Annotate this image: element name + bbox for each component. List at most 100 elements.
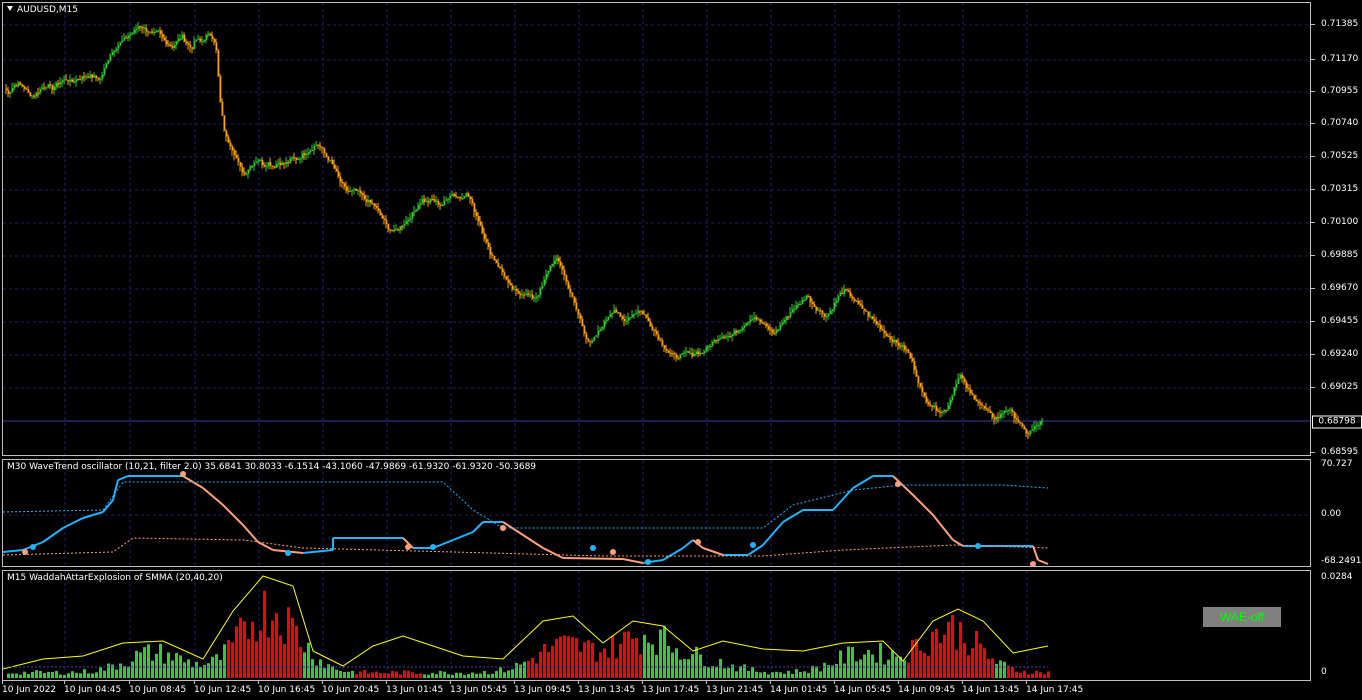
candle-body bbox=[751, 319, 754, 321]
wae-histogram-bar bbox=[1007, 665, 1010, 678]
candle-body bbox=[627, 317, 630, 321]
wae-histogram-bar bbox=[259, 630, 262, 678]
candle-body bbox=[573, 296, 576, 303]
candle-body bbox=[873, 319, 876, 322]
candle-body bbox=[1031, 429, 1034, 431]
candle-body bbox=[295, 157, 298, 160]
dropdown-triangle-icon[interactable] bbox=[7, 6, 13, 11]
wae-histogram-bar bbox=[415, 673, 418, 678]
candle-body bbox=[801, 299, 804, 304]
time-label: 10 Jun 08:45 bbox=[129, 685, 187, 695]
candle-body bbox=[123, 37, 126, 41]
candle-body bbox=[273, 166, 276, 168]
candle-body bbox=[813, 303, 816, 307]
candle-body bbox=[479, 221, 482, 226]
wavetrend-line-segment bbox=[832, 487, 854, 511]
candle-body bbox=[699, 352, 702, 355]
wae-histogram-bar bbox=[407, 670, 410, 678]
price-chart-pane[interactable]: AUDUSD,M15 bbox=[2, 2, 1311, 456]
candle-body bbox=[1009, 409, 1012, 411]
wae-histogram-bar bbox=[323, 668, 326, 678]
wavetrend-line-segment bbox=[562, 557, 624, 560]
candle-body bbox=[917, 376, 920, 384]
wae-indicator-pane[interactable]: M15 WaddahAttarExplosion of SMMA (20,40,… bbox=[2, 570, 1311, 681]
wavetrend-line-segment bbox=[782, 509, 804, 523]
wae-histogram-bar bbox=[671, 652, 674, 678]
wae-histogram-bar bbox=[191, 667, 194, 678]
candle-body bbox=[389, 229, 392, 231]
wae-histogram-bar bbox=[723, 668, 726, 678]
wae-histogram-bar bbox=[619, 643, 622, 678]
candle-body bbox=[1039, 421, 1042, 425]
candle-body bbox=[59, 82, 62, 85]
price-label: 0.70740 bbox=[1321, 118, 1359, 128]
wavetrend-line-segment bbox=[432, 539, 454, 549]
candle-body bbox=[51, 85, 54, 90]
oscillator-level-label: 0.00 bbox=[1321, 509, 1342, 519]
wae-histogram-bar bbox=[295, 625, 298, 678]
candle-body bbox=[857, 300, 860, 304]
candle-body bbox=[673, 353, 676, 355]
candle-body bbox=[405, 221, 408, 225]
candle-body bbox=[97, 78, 100, 80]
candle-body bbox=[603, 320, 606, 328]
wae-histogram-bar bbox=[755, 671, 758, 678]
candle-body bbox=[945, 409, 948, 411]
wavetrend-signal-dot bbox=[285, 550, 291, 556]
candle-body bbox=[609, 314, 612, 317]
candle-body bbox=[369, 199, 372, 203]
candle-body bbox=[441, 205, 444, 207]
candle-body bbox=[151, 31, 154, 33]
wae-histogram-bar bbox=[535, 663, 538, 678]
price-tick bbox=[1311, 222, 1315, 223]
candle-body bbox=[145, 27, 148, 32]
candle-body bbox=[983, 405, 986, 409]
wae-level-label: 0.0284 bbox=[1321, 572, 1353, 582]
wae-histogram-bar bbox=[183, 662, 186, 678]
wavetrend-line-segment bbox=[302, 549, 334, 554]
wae-histogram-bar bbox=[911, 640, 914, 678]
wae-histogram-bar bbox=[711, 666, 714, 678]
candle-body bbox=[749, 319, 752, 323]
wae-histogram-bar bbox=[783, 673, 786, 678]
wae-histogram-bar bbox=[291, 617, 294, 678]
price-tick bbox=[1311, 255, 1315, 256]
candle-body bbox=[13, 85, 16, 89]
candle-body bbox=[421, 198, 424, 204]
candle-body bbox=[215, 42, 218, 51]
candle-body bbox=[127, 35, 130, 39]
candle-body bbox=[471, 199, 474, 204]
candle-body bbox=[67, 80, 70, 82]
wavetrend-oscillator-pane[interactable]: M30 WaveTrend oscillator (10,21, filter … bbox=[2, 459, 1311, 567]
wae-histogram-bar bbox=[891, 650, 894, 678]
candle-body bbox=[383, 218, 386, 221]
candle-body bbox=[165, 40, 168, 45]
wae-histogram-bar bbox=[467, 674, 470, 678]
wae-histogram-bar bbox=[107, 663, 110, 678]
candle-body bbox=[445, 199, 448, 201]
candle-body bbox=[125, 37, 128, 39]
candle-body bbox=[325, 153, 328, 157]
wavetrend-signal-dot bbox=[895, 481, 901, 487]
wae-histogram-bar bbox=[867, 649, 870, 678]
candle-body bbox=[577, 309, 580, 315]
candle-body bbox=[775, 329, 778, 334]
candle-body bbox=[411, 212, 414, 219]
wae-off-button[interactable]: WAE-off bbox=[1203, 607, 1281, 627]
candle-body bbox=[1037, 424, 1040, 426]
candle-body bbox=[307, 152, 310, 154]
candle-body bbox=[547, 270, 550, 275]
candle-body bbox=[663, 345, 666, 349]
candle-body bbox=[645, 314, 648, 318]
wae-histogram-bar bbox=[339, 670, 342, 678]
candle-body bbox=[579, 314, 582, 320]
wavetrend-line-segment bbox=[242, 524, 259, 543]
candle-body bbox=[315, 144, 318, 146]
candle-body bbox=[359, 190, 362, 194]
candle-body bbox=[769, 329, 772, 331]
candle-body bbox=[687, 351, 690, 353]
candle-body bbox=[671, 353, 674, 355]
wae-histogram-bar bbox=[803, 671, 806, 678]
wae-histogram-bar bbox=[923, 652, 926, 678]
wae-histogram-bar bbox=[251, 621, 254, 678]
